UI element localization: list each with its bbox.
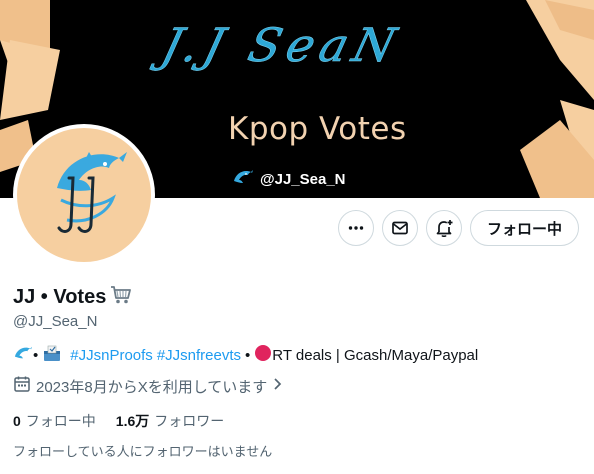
follow-stats: 0 フォロー中 1.6万 フォロワー [13, 411, 224, 431]
banner-script-title: J.J SeaN [156, 18, 407, 73]
avatar-image [17, 128, 151, 262]
username: @JJ_Sea_N [13, 313, 98, 330]
avatar[interactable] [13, 124, 155, 266]
display-name-row: JJ • Votes [13, 284, 132, 310]
shopping-cart-icon [110, 285, 132, 310]
followers-count: 1.6万 [115, 413, 150, 429]
bio-bullet: • [245, 346, 251, 364]
hashtag-link[interactable]: #JJsnfreevts [157, 347, 241, 364]
notify-button[interactable] [426, 210, 462, 246]
no-known-followers-note: フォローしている人にフォロワーはいません [13, 444, 273, 459]
more-button[interactable] [338, 210, 374, 246]
red-circle-icon [254, 344, 272, 366]
joined-date[interactable]: 2023年8月からXを利用しています [13, 375, 284, 397]
bio-bullet: • [33, 346, 39, 364]
banner-handle-text: @JJ_Sea_N [260, 170, 346, 188]
hashtag-link[interactable]: #JJsnProofs [70, 347, 153, 364]
followers-label: フォロワー [154, 413, 225, 429]
chevron-right-icon [272, 377, 284, 395]
dolphin-icon [57, 152, 127, 233]
bio-deals-text: RT deals | Gcash/Maya/Paypal [272, 346, 479, 364]
profile-page: J.J SeaN Kpop Votes @JJ_Sea_N フォロー中 JJ •… [0, 0, 594, 474]
joined-text: 2023年8月からXを利用しています [36, 378, 268, 396]
banner-handle: @JJ_Sea_N [232, 166, 346, 192]
mail-icon [392, 221, 408, 235]
dolphin-icon [13, 344, 33, 366]
following-button[interactable]: フォロー中 [470, 210, 579, 246]
display-name: JJ • Votes [13, 285, 107, 308]
following-count: 0 [13, 413, 21, 429]
following-link[interactable]: 0 フォロー中 [13, 411, 96, 431]
message-button[interactable] [382, 210, 418, 246]
banner-subtitle: Kpop Votes [228, 111, 407, 147]
calendar-icon [13, 375, 31, 397]
profile-bio: • #JJsnProofs #JJsnfreevts • RT deals | … [13, 344, 478, 366]
more-icon [348, 226, 364, 230]
bell-plus-icon [436, 220, 453, 237]
following-label: フォロー中 [25, 413, 96, 429]
followers-link[interactable]: 1.6万 フォロワー [116, 411, 224, 431]
dolphin-icon [232, 167, 254, 191]
ballot-box-icon [42, 344, 62, 366]
